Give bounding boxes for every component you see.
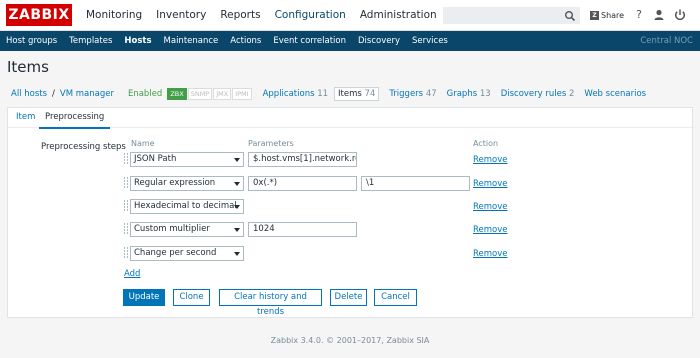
tab-item[interactable]: Item bbox=[16, 108, 35, 127]
avail-ipmi-badge: IPMI bbox=[232, 88, 252, 100]
tab-preprocessing[interactable]: Preprocessing bbox=[39, 108, 111, 129]
subnav-actions[interactable]: Actions bbox=[224, 31, 267, 51]
menu-administration[interactable]: Administration bbox=[358, 0, 443, 31]
drag-handle-icon[interactable] bbox=[124, 153, 128, 167]
step-type-value: Hexadecimal to decimal bbox=[134, 201, 237, 211]
step-type-select[interactable]: Change per second bbox=[130, 246, 244, 261]
chevron-down-icon bbox=[234, 228, 240, 232]
sub-navigation: Host groups Templates Hosts Maintenance … bbox=[0, 31, 700, 51]
help-icon[interactable]: ? bbox=[632, 8, 646, 22]
preprocessing-steps-label: Preprocessing steps bbox=[41, 142, 126, 152]
search-input[interactable] bbox=[443, 7, 580, 24]
footer-copyright: Zabbix 3.4.0. © 2001–2017, Zabbix SIA bbox=[270, 336, 430, 345]
share-label: Share bbox=[601, 11, 625, 20]
menu-configuration[interactable]: Configuration bbox=[273, 0, 352, 31]
breadcrumb-separator: / bbox=[52, 89, 55, 99]
step-type-value: Change per second bbox=[134, 248, 217, 258]
subnav-services[interactable]: Services bbox=[406, 31, 454, 51]
subnav-discovery[interactable]: Discovery bbox=[352, 31, 406, 51]
remove-step-button[interactable]: Remove bbox=[473, 225, 508, 235]
add-step-link[interactable]: Add bbox=[124, 269, 140, 279]
chevron-down-icon bbox=[234, 158, 240, 162]
menu-monitoring[interactable]: Monitoring bbox=[84, 0, 148, 31]
step-type-value: Custom multiplier bbox=[134, 224, 210, 234]
cancel-button[interactable]: Cancel bbox=[374, 289, 417, 306]
remove-step-button[interactable]: Remove bbox=[473, 202, 508, 212]
tab-items[interactable]: Items 74 bbox=[334, 87, 380, 101]
avail-zbx-badge: ZBX bbox=[167, 88, 187, 100]
sign-out-icon[interactable] bbox=[673, 8, 687, 22]
share-link[interactable]: Z Share bbox=[590, 9, 624, 22]
step-param-input[interactable]: 1024 bbox=[248, 222, 357, 237]
breadcrumb-host[interactable]: VM manager bbox=[60, 89, 114, 99]
drag-handle-icon[interactable] bbox=[124, 177, 128, 191]
remove-step-button[interactable]: Remove bbox=[473, 249, 508, 259]
search-icon[interactable] bbox=[564, 10, 576, 22]
tab-applications[interactable]: Applications 11 bbox=[263, 89, 328, 99]
step-type-select[interactable]: Hexadecimal to decimal bbox=[130, 199, 244, 214]
step-type-select[interactable]: Regular expression bbox=[130, 176, 244, 191]
subnav-host-groups[interactable]: Host groups bbox=[0, 31, 63, 51]
step-type-select[interactable]: Custom multiplier bbox=[130, 222, 244, 237]
step-param-input[interactable]: $.host.vms[1].network.read bbox=[248, 152, 357, 167]
remove-step-button[interactable]: Remove bbox=[473, 179, 508, 189]
top-bar: ZABBIX Monitoring Inventory Reports Conf… bbox=[0, 0, 700, 31]
chevron-down-icon bbox=[234, 182, 240, 186]
step-param2-input[interactable]: \1 bbox=[361, 176, 470, 191]
column-action-header: Action bbox=[473, 139, 499, 148]
update-button[interactable]: Update bbox=[123, 289, 165, 306]
host-status[interactable]: Enabled bbox=[128, 89, 162, 99]
step-type-select[interactable]: JSON Path bbox=[130, 152, 244, 167]
menu-inventory[interactable]: Inventory bbox=[154, 0, 212, 31]
share-icon: Z bbox=[590, 11, 599, 20]
step-type-value: Regular expression bbox=[134, 178, 216, 188]
subnav-maintenance[interactable]: Maintenance bbox=[158, 31, 225, 51]
tab-graphs[interactable]: Graphs 13 bbox=[447, 89, 491, 99]
clear-history-button[interactable]: Clear history and trends bbox=[219, 289, 322, 317]
main-menu: Monitoring Inventory Reports Configurati… bbox=[84, 0, 449, 31]
server-name: Central NOC bbox=[640, 36, 693, 46]
subnav-event-correlation[interactable]: Event correlation bbox=[267, 31, 352, 51]
subnav-templates[interactable]: Templates bbox=[63, 31, 118, 51]
tab-triggers[interactable]: Triggers 47 bbox=[389, 89, 436, 99]
avail-snmp-badge: SNMP bbox=[187, 88, 213, 100]
step-param-input[interactable]: 0x(.*) bbox=[248, 176, 357, 191]
item-form-panel: Item Preprocessing Preprocessing steps N… bbox=[7, 107, 693, 318]
remove-step-button[interactable]: Remove bbox=[473, 155, 508, 165]
drag-handle-icon[interactable] bbox=[124, 247, 128, 261]
tab-web-scenarios[interactable]: Web scenarios bbox=[584, 89, 646, 99]
menu-reports[interactable]: Reports bbox=[218, 0, 266, 31]
form-tabs: Item Preprocessing bbox=[8, 108, 692, 129]
column-name-header: Name bbox=[131, 139, 155, 148]
clone-button[interactable]: Clone bbox=[173, 289, 210, 306]
delete-button[interactable]: Delete bbox=[330, 289, 367, 306]
page-title: Items bbox=[7, 58, 49, 76]
avail-jmx-badge: JMX bbox=[213, 88, 232, 100]
drag-handle-icon[interactable] bbox=[124, 200, 128, 214]
chevron-down-icon bbox=[234, 252, 240, 256]
breadcrumb: All hosts / VM manager Enabled ZBX SNMP … bbox=[11, 87, 646, 101]
subnav-hosts[interactable]: Hosts bbox=[118, 31, 157, 51]
step-type-value: JSON Path bbox=[134, 154, 177, 164]
drag-handle-icon[interactable] bbox=[124, 223, 128, 237]
column-parameters-header: Parameters bbox=[248, 139, 294, 148]
zabbix-logo[interactable]: ZABBIX bbox=[6, 4, 72, 26]
breadcrumb-all-hosts[interactable]: All hosts bbox=[11, 89, 47, 99]
user-profile-icon[interactable] bbox=[652, 8, 666, 22]
chevron-down-icon bbox=[234, 205, 240, 209]
tab-discovery-rules[interactable]: Discovery rules 2 bbox=[501, 89, 575, 99]
